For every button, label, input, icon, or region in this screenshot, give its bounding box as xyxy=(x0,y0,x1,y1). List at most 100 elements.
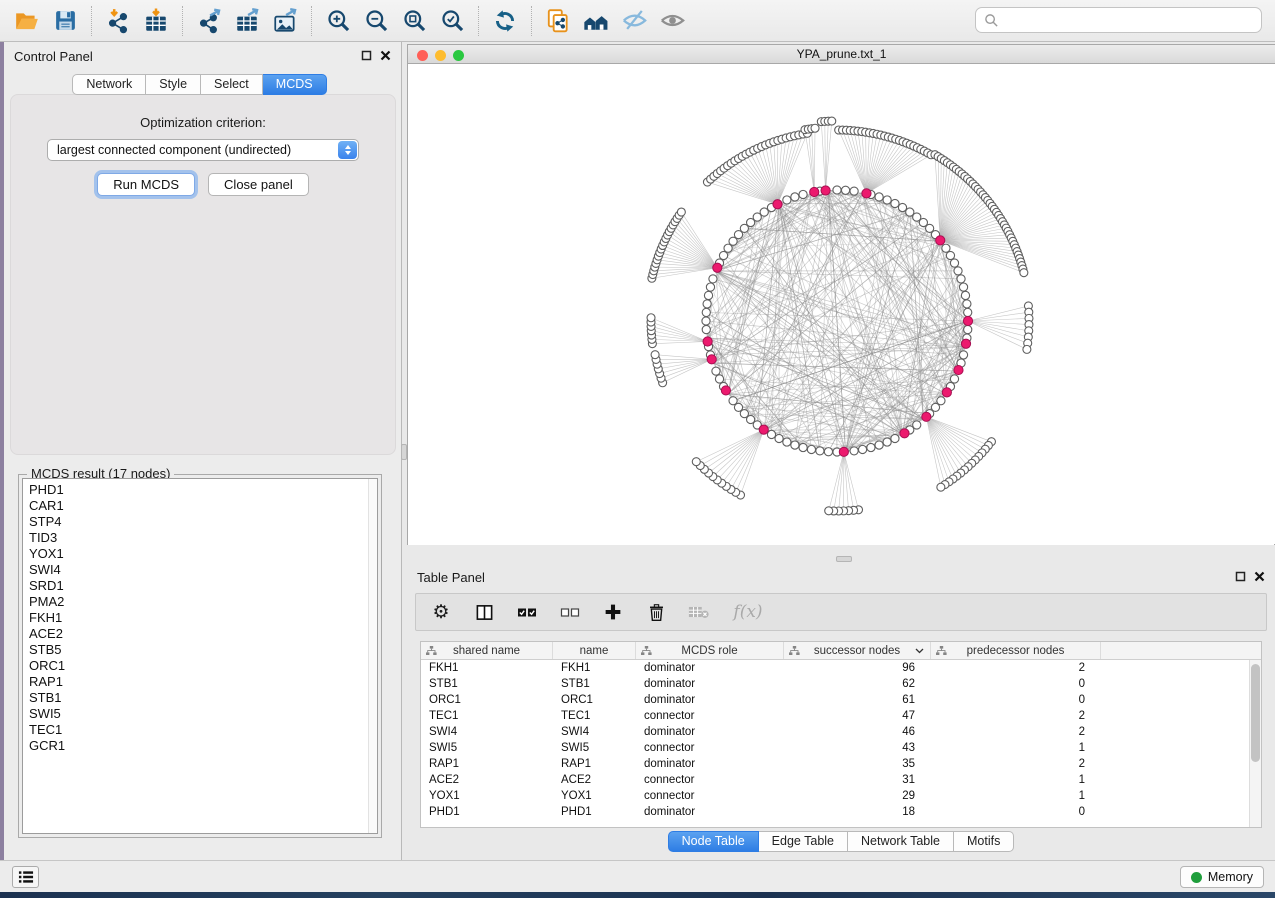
show-all-button[interactable] xyxy=(653,4,691,38)
vertical-divider-handle[interactable] xyxy=(401,444,407,460)
table-settings-button[interactable]: ⚙ xyxy=(430,601,452,623)
tab-edge-table[interactable]: Edge Table xyxy=(759,831,848,852)
tab-network-table[interactable]: Network Table xyxy=(848,831,954,852)
table-row[interactable]: FKH1FKH1dominator962 xyxy=(421,660,1261,676)
table-row[interactable]: ACE2ACE2connector311 xyxy=(421,772,1261,788)
table-row[interactable]: ORC1ORC1dominator610 xyxy=(421,692,1261,708)
refresh-button[interactable] xyxy=(486,4,524,38)
save-button[interactable] xyxy=(46,4,84,38)
column-header-successor-nodes[interactable]: successor nodes xyxy=(784,642,931,659)
mcds-result-item[interactable]: CAR1 xyxy=(23,498,377,514)
deselect-all-button[interactable] xyxy=(559,601,581,623)
zoom-selected-button[interactable] xyxy=(433,4,471,38)
network-graph[interactable] xyxy=(408,64,1274,545)
node-table[interactable]: shared namenameMCDS rolesuccessor nodesp… xyxy=(420,641,1262,828)
export-table-icon xyxy=(234,8,260,34)
table-row[interactable]: SWI5SWI5connector431 xyxy=(421,740,1261,756)
tab-mcds[interactable]: MCDS xyxy=(263,74,327,95)
window-minimize-icon[interactable] xyxy=(435,50,446,61)
close-panel-icon[interactable] xyxy=(1254,571,1265,582)
tab-node-table[interactable]: Node Table xyxy=(668,831,759,852)
mcds-result-item[interactable]: TID3 xyxy=(23,530,377,546)
run-mcds-button[interactable]: Run MCDS xyxy=(97,173,195,196)
tab-motifs[interactable]: Motifs xyxy=(954,831,1014,852)
export-network-icon xyxy=(196,8,222,34)
mcds-result-list[interactable]: PHD1CAR1STP4TID3YOX1SWI4SRD1PMA2FKH1ACE2… xyxy=(22,478,378,834)
criterion-select[interactable]: largest connected component (undirected) xyxy=(47,139,359,161)
task-history-button[interactable] xyxy=(12,866,39,888)
float-panel-icon[interactable] xyxy=(361,50,372,61)
import-network-button[interactable] xyxy=(99,4,137,38)
delete-table-button[interactable] xyxy=(688,601,710,623)
export-image-button[interactable] xyxy=(266,4,304,38)
open-button[interactable] xyxy=(8,4,46,38)
first-neighbors-button[interactable] xyxy=(577,4,615,38)
search-input[interactable] xyxy=(975,7,1262,33)
export-table-button[interactable] xyxy=(228,4,266,38)
table-row[interactable]: PHD1PHD1dominator180 xyxy=(421,804,1261,820)
network-canvas[interactable] xyxy=(408,64,1274,545)
float-panel-icon[interactable] xyxy=(1235,571,1246,582)
show-columns-button[interactable] xyxy=(473,601,495,623)
memory-button[interactable]: Memory xyxy=(1180,866,1264,888)
column-header-MCDS-role[interactable]: MCDS role xyxy=(636,642,784,659)
table-scrollbar[interactable] xyxy=(1249,660,1261,827)
select-all-button[interactable] xyxy=(516,601,538,623)
mcds-result-item[interactable]: SWI5 xyxy=(23,706,377,722)
column-namespace-icon xyxy=(641,646,652,656)
hide-selected-button[interactable] xyxy=(615,4,653,38)
cell-mcds_role: connector xyxy=(636,740,784,756)
column-header-name[interactable]: name xyxy=(553,642,636,659)
mcds-result-item[interactable]: ORC1 xyxy=(23,658,377,674)
mcds-result-item[interactable]: STP4 xyxy=(23,514,377,530)
duplicate-network-button[interactable] xyxy=(539,4,577,38)
mcds-result-item[interactable]: SWI4 xyxy=(23,562,377,578)
table-row[interactable]: SWI4SWI4dominator462 xyxy=(421,724,1261,740)
mcds-result-item[interactable]: FKH1 xyxy=(23,610,377,626)
table-row[interactable]: YOX1YOX1connector291 xyxy=(421,788,1261,804)
mcds-result-item[interactable]: RAP1 xyxy=(23,674,377,690)
list-icon xyxy=(18,870,34,884)
mcds-result-item[interactable]: YOX1 xyxy=(23,546,377,562)
mcds-result-item[interactable]: SRD1 xyxy=(23,578,377,594)
table-row[interactable]: RAP1RAP1dominator352 xyxy=(421,756,1261,772)
tab-style[interactable]: Style xyxy=(146,74,201,95)
add-row-button[interactable] xyxy=(602,601,624,623)
close-panel-button[interactable]: Close panel xyxy=(208,173,309,196)
delete-row-button[interactable] xyxy=(645,601,667,623)
mcds-result-item[interactable]: STB5 xyxy=(23,642,377,658)
zoom-in-button[interactable] xyxy=(319,4,357,38)
table-panel: Table Panel ⚙ f(x) xyxy=(407,563,1275,860)
mcds-result-item[interactable]: PMA2 xyxy=(23,594,377,610)
mcds-list-scrollbar[interactable] xyxy=(368,479,377,833)
cell-successor_nodes: 47 xyxy=(784,708,931,724)
cell-successor_nodes: 31 xyxy=(784,772,931,788)
mcds-result-item[interactable]: ACE2 xyxy=(23,626,377,642)
table-row[interactable]: TEC1TEC1connector472 xyxy=(421,708,1261,724)
cell-name: PHD1 xyxy=(553,804,636,820)
export-network-button[interactable] xyxy=(190,4,228,38)
mcds-result-item[interactable]: TEC1 xyxy=(23,722,377,738)
tab-select[interactable]: Select xyxy=(201,74,263,95)
close-panel-icon[interactable] xyxy=(380,50,391,61)
tab-network[interactable]: Network xyxy=(72,74,146,95)
cell-mcds_role: dominator xyxy=(636,804,784,820)
zoom-fit-button[interactable] xyxy=(395,4,433,38)
mcds-result-item[interactable]: PHD1 xyxy=(23,479,377,498)
network-window-titlebar[interactable]: YPA_prune.txt_1 xyxy=(408,45,1275,64)
window-close-icon[interactable] xyxy=(417,50,428,61)
zoom-out-button[interactable] xyxy=(357,4,395,38)
column-header-shared-name[interactable]: shared name xyxy=(421,642,553,659)
column-header-predecessor-nodes[interactable]: predecessor nodes xyxy=(931,642,1101,659)
window-zoom-icon[interactable] xyxy=(453,50,464,61)
function-builder-button[interactable]: f(x) xyxy=(731,601,765,623)
mcds-result-item[interactable]: STB1 xyxy=(23,690,377,706)
scrollbar-thumb[interactable] xyxy=(1251,664,1260,762)
table-row[interactable]: STB1STB1dominator620 xyxy=(421,676,1261,692)
mcds-result-item[interactable]: GCR1 xyxy=(23,738,377,754)
import-network-icon xyxy=(105,8,131,34)
cell-name: ORC1 xyxy=(553,692,636,708)
horizontal-divider-handle[interactable] xyxy=(836,556,852,562)
import-table-button[interactable] xyxy=(137,4,175,38)
control-panel-tabs: NetworkStyleSelectMCDS xyxy=(4,74,395,95)
